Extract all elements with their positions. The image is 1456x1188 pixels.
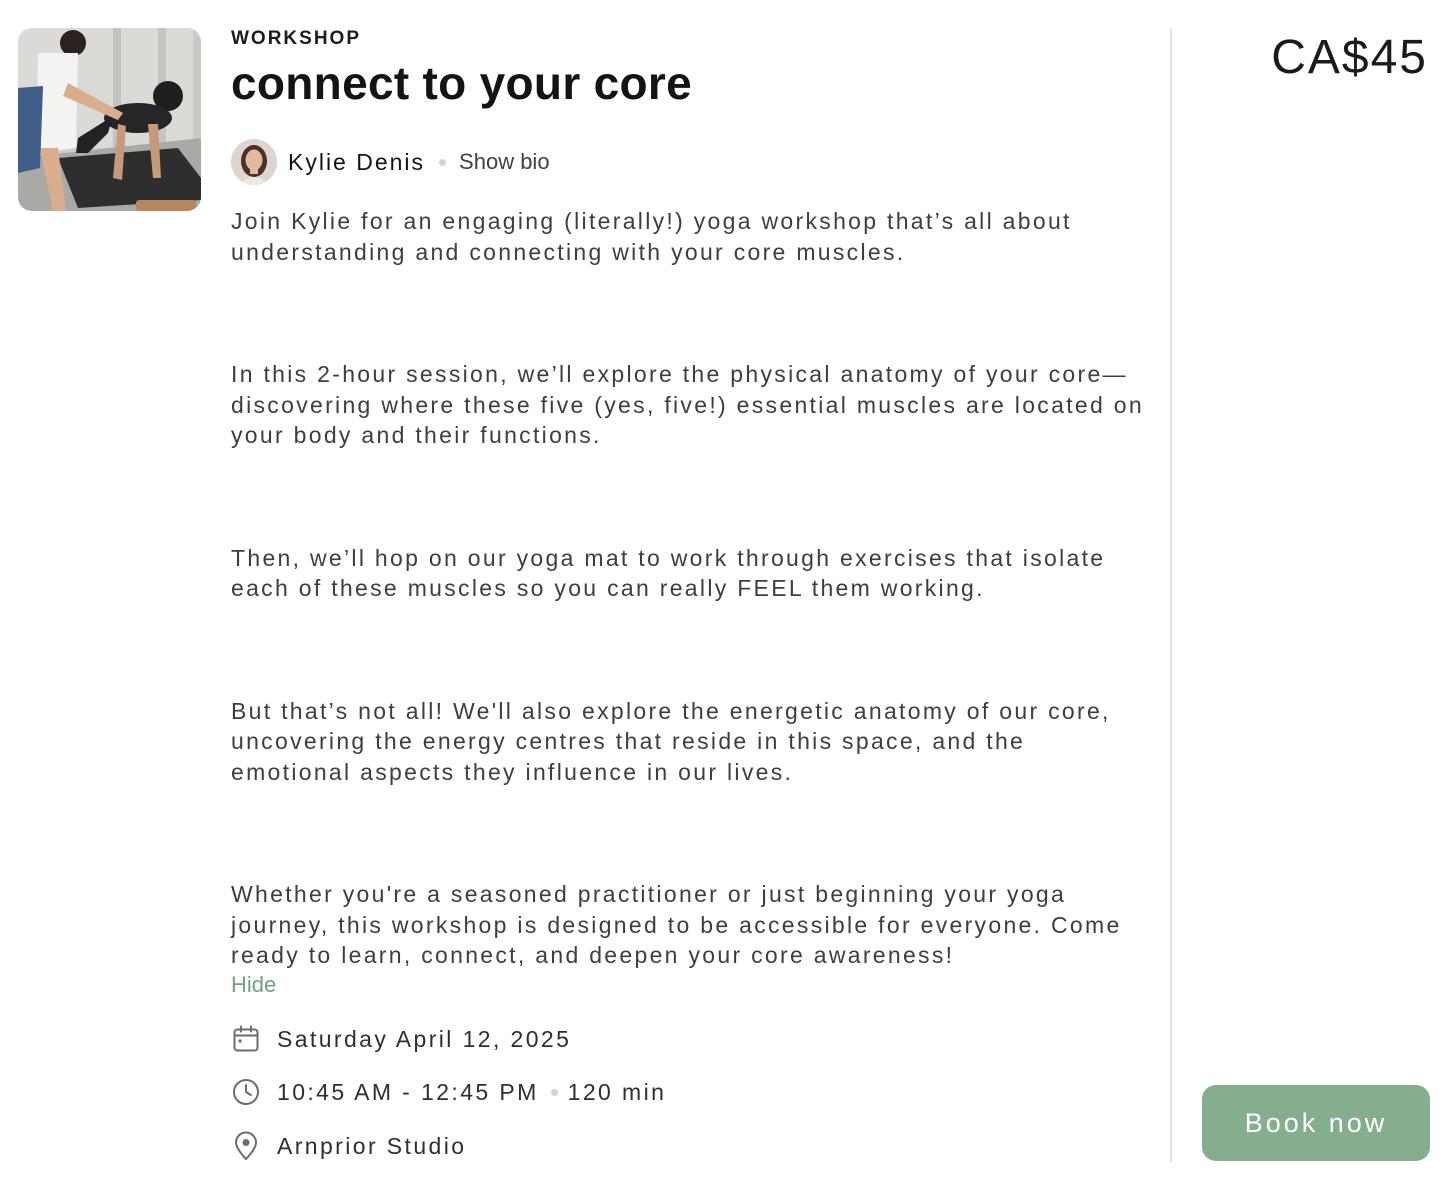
- description-paragraph: But that’s not all! We'll also explore t…: [231, 697, 1111, 785]
- location-pin-icon: [231, 1131, 261, 1161]
- description-paragraph: In this 2-hour session, we’ll explore th…: [231, 361, 1144, 448]
- description-paragraph: Then, we’ll hop on our yoga mat to work …: [231, 544, 1106, 602]
- column-divider: [1170, 28, 1172, 1162]
- workshop-category-label: WORKSHOP: [231, 28, 361, 49]
- workshop-thumbnail: [18, 28, 201, 211]
- time-row: 10:45 AM - 12:45 PM 120 min: [231, 1076, 666, 1108]
- workshop-location: Arnprior Studio: [277, 1132, 467, 1159]
- description-paragraph: Join Kylie for an engaging (literally!) …: [231, 208, 1072, 265]
- clock-icon: [231, 1077, 261, 1107]
- show-bio-link[interactable]: Show bio: [459, 149, 550, 175]
- instructor-avatar[interactable]: [231, 139, 277, 185]
- workshop-time: 10:45 AM - 12:45 PM: [277, 1078, 539, 1105]
- workshop-duration: 120 min: [567, 1078, 667, 1105]
- workshop-title: connect to your core: [231, 57, 692, 109]
- description-paragraph: Whether you're a seasoned practitioner o…: [231, 881, 1122, 968]
- book-now-button[interactable]: Book now: [1202, 1085, 1430, 1161]
- date-row: Saturday April 12, 2025: [231, 1023, 571, 1055]
- workshop-description: Join Kylie for an engaging (literally!) …: [231, 206, 1151, 971]
- hide-description-link[interactable]: Hide: [231, 972, 276, 998]
- location-row: Arnprior Studio: [231, 1130, 466, 1162]
- calendar-icon: [231, 1024, 261, 1054]
- separator-dot: [550, 1088, 558, 1096]
- separator-dot: [439, 158, 447, 166]
- workshop-price: CA$45: [1271, 31, 1428, 84]
- instructor-name: Kylie Denis: [288, 148, 426, 175]
- instructor-row: Kylie Denis Show bio: [231, 138, 550, 186]
- workshop-date: Saturday April 12, 2025: [277, 1025, 572, 1052]
